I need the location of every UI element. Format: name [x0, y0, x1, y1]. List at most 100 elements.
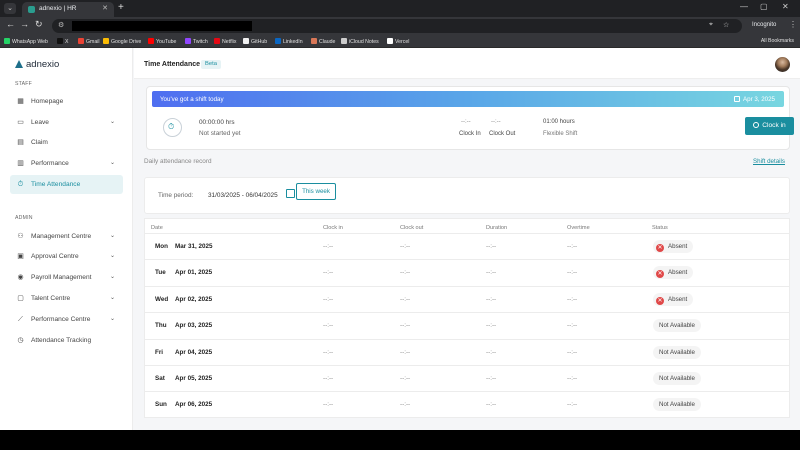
bookmark-favicon-icon [148, 38, 154, 44]
logo-icon [15, 60, 23, 68]
close-window-icon[interactable]: ✕ [782, 2, 789, 11]
topbar: Time Attendance Beta [134, 48, 800, 79]
sidebar-item-leave[interactable]: ▭ Leave ⌄ [10, 113, 123, 132]
table-row[interactable]: Sat Apr 05, 2025 --:-- --:-- --:-- --:-- Not A… [145, 365, 789, 391]
sidebar-item-homepage[interactable]: ▦ Homepage [10, 92, 123, 111]
period-value[interactable]: 31/03/2025 - 06/04/2025 [208, 192, 278, 199]
menu-icon[interactable]: ⋮ [789, 20, 797, 29]
status-badge: ✕ Absent [653, 266, 694, 280]
logo[interactable]: adnexio [15, 59, 59, 70]
sidebar-item-time-attendance[interactable]: ⏱ Time Attendance [10, 175, 123, 194]
records-title: Daily attendance record [144, 158, 212, 165]
clock-out-value: --:-- [400, 295, 411, 303]
sidebar-item-label: Payroll Management [31, 274, 92, 281]
sidebar-item-management-centre[interactable]: ⚇ Management Centre ⌄ [10, 227, 123, 246]
row-date: Apr 03, 2025 [175, 322, 213, 330]
bookmark-item[interactable]: WhatsApp Web [4, 38, 48, 45]
approval-icon: ▣ [17, 253, 24, 260]
reload-icon[interactable]: ↻ [35, 19, 43, 30]
bookmark-favicon-icon [185, 38, 191, 44]
stopwatch-icon: ⏱ [163, 118, 182, 137]
sidebar-item-label: Approval Centre [31, 253, 79, 260]
bookmark-favicon-icon [311, 38, 317, 44]
table-row[interactable]: Thu Apr 03, 2025 --:-- --:-- --:-- --:-- Not A… [145, 312, 789, 338]
sidebar-item-label: Homepage [31, 98, 64, 105]
avatar[interactable] [775, 57, 790, 72]
talent-icon: ▢ [17, 295, 24, 302]
row-date: Apr 04, 2025 [175, 348, 213, 356]
bookmark-favicon-icon [78, 38, 84, 44]
sidebar-item-label: Performance Centre [31, 316, 91, 323]
table-row[interactable]: Sun Apr 06, 2025 --:-- --:-- --:-- --:-- Not A… [145, 391, 789, 417]
chevron-down-icon: ⌄ [109, 274, 115, 280]
clock-out-value: --:-- [400, 348, 411, 356]
status-badge: Not Available [653, 345, 702, 359]
clock-in-value: --:-- [323, 243, 334, 250]
bookmark-favicon-icon [4, 38, 10, 44]
overtime-value: --:-- [567, 401, 578, 409]
sidebar-item-attendance-tracking[interactable]: ◷ Attendance Tracking [10, 331, 123, 350]
absent-x-icon: ✕ [656, 244, 664, 252]
table-row[interactable]: Fri Apr 04, 2025 --:-- --:-- --:-- --:-- Not A… [145, 338, 789, 365]
sidebar-item-talent-centre[interactable]: ▢ Talent Centre ⌄ [10, 289, 123, 308]
calendar-picker-icon[interactable] [286, 189, 295, 198]
all-bookmarks[interactable]: All Bookmarks [761, 38, 794, 44]
worked-hours: 00:00:00 hrs [199, 119, 235, 126]
minimize-icon[interactable]: — [740, 2, 748, 11]
this-week-button[interactable]: This week [296, 183, 336, 200]
browser-tab[interactable]: adnexio | HR ✕ [22, 2, 114, 17]
tab-search-icon[interactable]: ⌄ [4, 3, 16, 14]
day-of-week: Fri [155, 348, 164, 356]
bookmark-favicon-icon [103, 38, 109, 44]
sidebar-item-label: Time Attendance [31, 181, 81, 188]
duration-value: --:-- [486, 401, 497, 409]
back-icon[interactable]: ← [6, 19, 15, 29]
bookmark-item[interactable]: iCloud Notes [341, 38, 379, 45]
clock-in-button[interactable]: Clock in [745, 117, 794, 135]
bookmark-item[interactable]: X [57, 38, 68, 45]
bookmark-item[interactable]: Gmail [78, 38, 100, 45]
incognito-indicator[interactable]: Incognito [752, 22, 776, 28]
bookmark-item[interactable]: Twitch [185, 38, 208, 45]
bookmark-item[interactable]: Vercel [387, 38, 409, 45]
bookmark-item[interactable]: Google Drive [103, 38, 141, 45]
maximize-icon[interactable]: ▢ [760, 2, 768, 11]
day-of-week: Tue [155, 269, 166, 277]
shift-hours: 01:00 hours [543, 119, 575, 125]
table-row[interactable]: Wed Apr 02, 2025 --:-- --:-- --:-- --:-- ✕ Abse… [145, 285, 789, 312]
bookmark-item[interactable]: GitHub [243, 38, 267, 45]
shift-details-link[interactable]: Shift details [753, 158, 785, 165]
clock-out-value: --:-- [400, 243, 411, 250]
clock-in-value: --:-- [323, 269, 334, 277]
site-info-icon[interactable]: ⚙ [58, 21, 64, 29]
bookmark-star-icon[interactable]: ☆ [723, 21, 729, 29]
chevron-down-icon: ⌄ [109, 253, 115, 259]
grid-icon: ▦ [17, 98, 24, 105]
forward-icon[interactable]: → [20, 19, 29, 29]
close-tab-icon[interactable]: ✕ [102, 4, 108, 12]
absent-x-icon: ✕ [656, 296, 664, 305]
bookmark-item[interactable]: LinkedIn [275, 38, 303, 45]
clock-out-time: --:-- [491, 119, 501, 125]
address-bar[interactable]: ⚙ ⌖ ☆ [52, 19, 742, 33]
overtime-value: --:-- [567, 348, 578, 356]
table-row[interactable]: Tue Apr 01, 2025 --:-- --:-- --:-- --:-- ✕ Abse… [145, 259, 789, 285]
location-icon[interactable]: ⌖ [709, 21, 713, 29]
clock-out-label: Clock Out [489, 131, 516, 137]
bookmark-item[interactable]: YouTube [148, 38, 176, 45]
tab-title: adnexio | HR [39, 5, 77, 12]
logo-text: adnexio [26, 59, 60, 70]
sidebar-item-performance-centre[interactable]: ⟋ Performance Centre ⌄ [10, 310, 123, 329]
bookmark-item[interactable]: Netflix [214, 38, 236, 45]
sidebar-item-claim[interactable]: ▤ Claim [10, 133, 123, 152]
sidebar-item-payroll-management[interactable]: ◉ Payroll Management ⌄ [10, 268, 123, 287]
bookmark-favicon-icon [341, 38, 347, 44]
day-of-week: Wed [155, 295, 169, 303]
sidebar-item-performance[interactable]: ▥ Performance ⌄ [10, 154, 123, 173]
table-row[interactable]: Mon Mar 31, 2025 --:-- --:-- --:-- --:-- ✕ Abse… [145, 233, 789, 259]
clock-out-value: --:-- [400, 269, 411, 277]
shift-banner: You've got a shift today Apr 3, 2025 [152, 91, 784, 107]
bookmark-item[interactable]: Claude [311, 38, 335, 45]
sidebar-item-approval-centre[interactable]: ▣ Approval Centre ⌄ [10, 247, 123, 266]
new-tab-icon[interactable]: + [118, 2, 124, 13]
